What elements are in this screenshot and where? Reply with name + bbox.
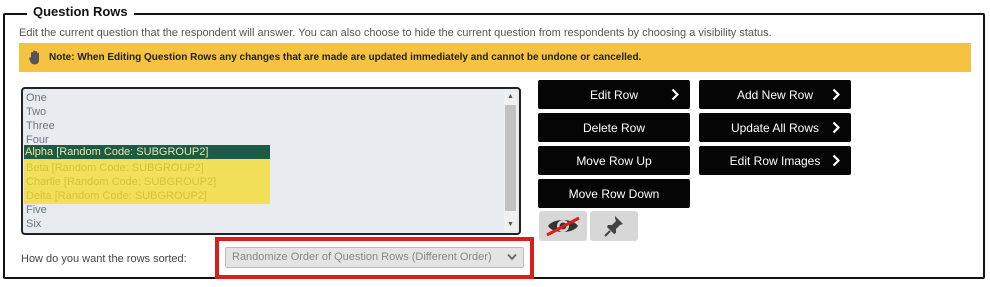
chevron-right-icon [671,88,679,101]
sort-order-select[interactable]: Randomize Order of Question Rows (Differ… [225,247,524,268]
list-item[interactable]: One [25,91,503,105]
move-row-up-button[interactable]: Move Row Up [538,146,690,175]
update-all-rows-button[interactable]: Update All Rows [699,113,851,142]
list-item[interactable]: Three [25,119,503,133]
listbox-scrollbar[interactable]: ▲ ▼ [504,91,517,231]
delete-row-button[interactable]: Delete Row [538,113,690,142]
delete-row-label: Delete Row [582,120,646,135]
sort-selected-value: Randomize Order of Question Rows (Differ… [232,251,492,263]
chevron-right-icon [832,154,840,167]
scroll-up-arrow-icon[interactable]: ▲ [504,91,517,103]
list-item[interactable]: Beta [Random Code: SUBGROUP2] [25,161,503,175]
note-text: Note: When Editing Question Rows any cha… [49,52,642,63]
move-row-down-button[interactable]: Move Row Down [538,179,690,208]
question-rows-listbox[interactable]: OneTwoThreeFourAlpha [Random Code: SUBGR… [21,87,521,235]
list-item[interactable]: Delta [Random Code: SUBGROUP2] [25,189,503,203]
list-item[interactable]: Five [25,203,503,217]
list-item[interactable]: Six [25,217,503,231]
edit-row-images-button[interactable]: Edit Row Images [699,146,851,175]
list-item[interactable]: Two [25,105,503,119]
edit-row-button[interactable]: Edit Row [538,80,690,109]
list-item[interactable]: Charlie [Random Code: SUBGROUP2] [25,175,503,189]
pin-button[interactable] [590,211,638,241]
pin-icon [604,216,623,237]
eye-hidden-icon [546,216,580,237]
add-new-row-button[interactable]: Add New Row [699,80,851,109]
hand-icon [27,50,43,66]
chevron-right-icon [832,88,840,101]
section-title: Question Rows [27,4,134,19]
scroll-down-arrow-icon[interactable]: ▼ [504,219,517,231]
sort-label: How do you want the rows sorted: [21,253,187,265]
selected-row[interactable]: Alpha [Random Code: SUBGROUP2] [24,145,270,159]
chevron-down-icon [507,253,517,261]
move-row-down-label: Move Row Down [568,186,660,201]
visibility-toggle-button[interactable] [539,211,587,241]
warning-note: Note: When Editing Question Rows any cha… [19,43,971,72]
edit-row-label: Edit Row [589,87,639,102]
move-row-up-label: Move Row Up [576,153,652,168]
add-new-row-label: Add New Row [736,87,814,102]
section-description: Edit the current question that the respo… [19,27,772,39]
edit-row-images-label: Edit Row Images [729,153,821,168]
update-all-rows-label: Update All Rows [730,120,820,135]
scroll-thumb[interactable] [505,105,516,211]
chevron-right-icon [832,121,840,134]
